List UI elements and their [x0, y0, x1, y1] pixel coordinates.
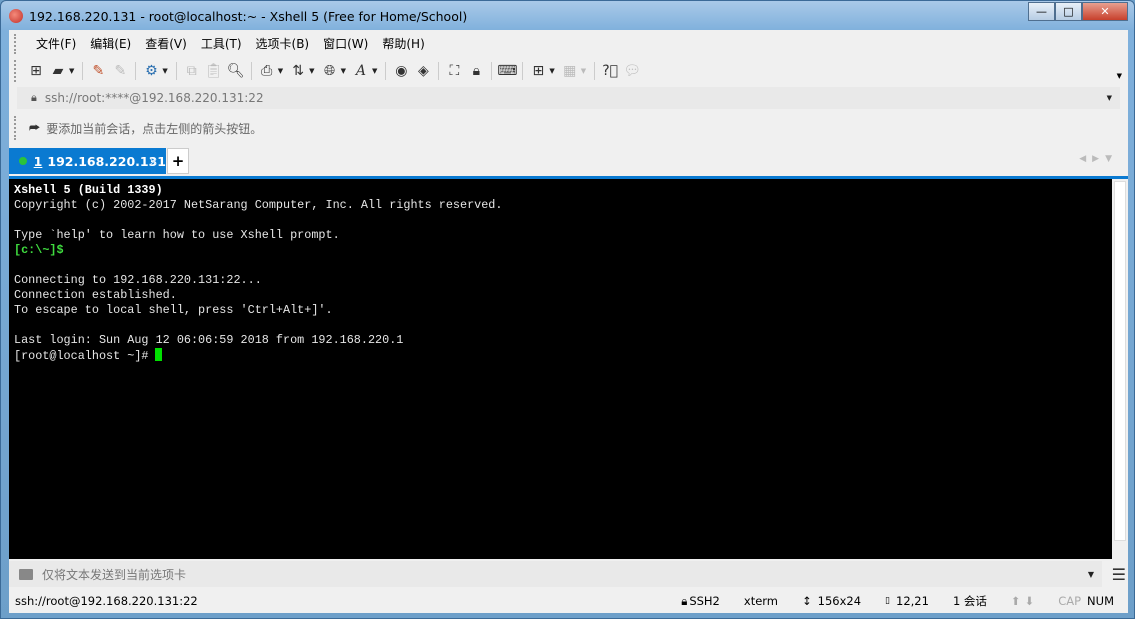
help-icon[interactable]: ?⃝: [599, 60, 621, 82]
hint-text: 要添加当前会话，点击左侧的箭头按钮。: [46, 121, 263, 136]
status-bar: ssh://root@192.168.220.131:22 🔒︎ SSH2 xt…: [9, 590, 1128, 612]
terminal-output: Xshell 5 (Build 1339) Copyright (c) 2002-…: [14, 183, 502, 364]
menu-hamburger-icon[interactable]: ☰: [1112, 565, 1126, 584]
prompt-line: [root@localhost ~]#: [14, 348, 502, 364]
tab-session-1[interactable]: 1 192.168.220.131 ×: [9, 148, 166, 174]
terminal-line: Connecting to 192.168.220.131:22...: [14, 273, 262, 287]
close-button[interactable]: ✕: [1082, 2, 1128, 21]
terminal-cursor: [154, 348, 162, 361]
status-size: 156x24: [817, 594, 862, 608]
lock-icon: 🔒︎: [31, 91, 37, 104]
menu-tools[interactable]: 工具(T): [194, 35, 249, 52]
add-session-arrow-icon[interactable]: ⮫: [29, 121, 40, 136]
xftp-icon[interactable]: ◉: [390, 60, 412, 82]
paste-icon[interactable]: 📋︎: [203, 60, 225, 82]
tab-close-icon[interactable]: ×: [149, 155, 158, 168]
address-dropdown-icon[interactable]: ▼: [1107, 94, 1112, 102]
menu-file[interactable]: 文件(F): [29, 35, 83, 52]
send-dropdown-icon[interactable]: ▼: [1088, 570, 1094, 579]
status-lock-icon: 🔒︎: [681, 593, 688, 608]
toolbar: ⊞ ▰ ▼ ✎ ✎ ⚙ ▼ ⧉ 📋︎ 🔍︎ ⎙ ▼ ⇅ ▼ 🌐︎ ▼ A ▼ ◉ ◈ ⛶ 🔒…: [9, 58, 1128, 84]
open-folder-icon[interactable]: ▰: [47, 60, 69, 82]
status-num: NUM: [1087, 594, 1114, 608]
terminal-line: Xshell 5 (Build 1339): [14, 183, 163, 197]
xmanager-icon[interactable]: ◈: [412, 60, 434, 82]
status-sessions: 1 会话: [952, 594, 987, 608]
new-tab-icon[interactable]: ⊞: [527, 60, 549, 82]
status-cursor: 12,21: [896, 594, 929, 608]
menu-tabs[interactable]: 选项卡(B): [249, 35, 317, 52]
menu-window[interactable]: 窗口(W): [316, 35, 375, 52]
xshell-logo-icon: [9, 9, 23, 23]
properties-icon[interactable]: ⚙: [140, 60, 162, 82]
xshell-window: 192.168.220.131 - root@localhost:~ - Xsh…: [0, 0, 1135, 619]
status-term: xterm: [743, 594, 779, 608]
menu-bar: 文件(F) 编辑(E) 查看(V) 工具(T) 选项卡(B) 窗口(W) 帮助(…: [9, 30, 1128, 56]
terminal-line: To escape to local shell, press 'Ctrl+Al…: [14, 303, 333, 317]
window-title: 192.168.220.131 - root@localhost:~ - Xsh…: [29, 8, 468, 24]
terminal-line: Copyright (c) 2002-2017 NetSarang Comput…: [14, 198, 503, 212]
address-input[interactable]: ssh://root:****@192.168.220.131:22: [45, 91, 264, 105]
transfer-icon[interactable]: ⇅: [287, 60, 309, 82]
send-bar[interactable]: 仅将文本发送到当前选项卡 ▼: [9, 561, 1102, 587]
session-hint-bar: ⮫ 要添加当前会话，点击左侧的箭头按钮。: [9, 114, 1128, 142]
fullscreen-icon[interactable]: ⛶: [443, 60, 465, 82]
status-connection: ssh://root@192.168.220.131:22: [15, 594, 198, 608]
find-icon[interactable]: 🔍︎: [225, 60, 247, 82]
cursor-pos-icon: ▯: [885, 596, 890, 606]
lock-icon[interactable]: 🔒︎: [465, 60, 487, 82]
print-icon[interactable]: ⎙: [256, 60, 278, 82]
maximize-button[interactable]: □: [1055, 2, 1082, 21]
copy-icon[interactable]: ⧉: [181, 60, 203, 82]
menu-help[interactable]: 帮助(H): [375, 35, 431, 52]
chat-icon[interactable]: 💬︎: [621, 60, 643, 82]
status-protocol: SSH2: [689, 594, 720, 608]
send-text-icon: [19, 568, 33, 580]
title-bar: 192.168.220.131 - root@localhost:~ - Xsh…: [9, 6, 467, 26]
menu-edit[interactable]: 编辑(E): [83, 35, 138, 52]
resize-icon: ↕: [802, 594, 812, 608]
terminal-line: Connection established.: [14, 288, 177, 302]
new-tab-button[interactable]: +: [167, 148, 189, 174]
shell-prompt: [root@localhost ~]#: [14, 349, 149, 363]
scroll-down-icon[interactable]: ⬇: [1025, 594, 1035, 608]
status-cap: CAP: [1058, 594, 1082, 608]
globe-icon[interactable]: 🌐︎: [319, 60, 341, 82]
send-text-input[interactable]: 仅将文本发送到当前选项卡: [42, 566, 186, 583]
connect-icon[interactable]: ✎: [87, 60, 109, 82]
new-session-icon[interactable]: ⊞: [25, 60, 47, 82]
keyboard-icon[interactable]: ⌨: [496, 60, 518, 82]
menu-view[interactable]: 查看(V): [138, 35, 194, 52]
address-bar[interactable]: 🔒︎ ssh://root:****@192.168.220.131:22 ▼: [17, 87, 1120, 109]
minimize-button[interactable]: —: [1028, 2, 1055, 21]
font-icon[interactable]: A: [350, 60, 372, 82]
tab-bar: 1 192.168.220.131 × + ◀▶▼: [9, 146, 1128, 174]
layout-icon[interactable]: ▦: [559, 60, 581, 82]
tab-number: 1: [33, 153, 43, 169]
tab-scroll-icons[interactable]: ◀▶▼: [1079, 154, 1118, 164]
terminal[interactable]: Xshell 5 (Build 1339) Copyright (c) 2002-…: [9, 176, 1128, 559]
terminal-line: Type `help' to learn how to use Xshell p…: [14, 228, 340, 242]
terminal-line: Last login: Sun Aug 12 06:06:59 2018 fro…: [14, 333, 404, 347]
terminal-line: [c:\~]$: [14, 243, 64, 257]
terminal-scrollbar[interactable]: [1112, 179, 1128, 559]
disconnect-icon[interactable]: ✎: [109, 60, 131, 82]
connected-status-icon: [19, 157, 27, 165]
scroll-up-icon[interactable]: ⬆: [1011, 594, 1021, 608]
